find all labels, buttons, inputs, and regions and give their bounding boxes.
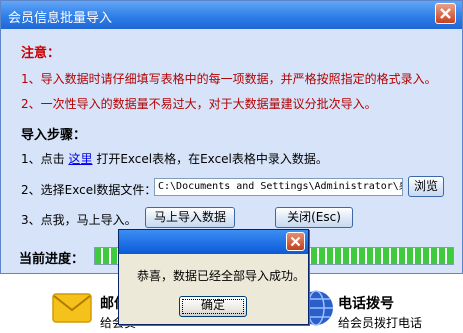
window-title: 会员信息批量导入	[8, 11, 113, 26]
phone-title[interactable]: 电话拨号	[338, 293, 394, 313]
steps-heading: 导入步骤：	[21, 128, 87, 143]
dialog-message: 恭喜，数据已经全部导入成功。	[137, 269, 306, 283]
dialog-close-button[interactable]	[286, 232, 305, 251]
browse-button[interactable]: 浏览	[408, 176, 444, 197]
window-close-button[interactable]	[435, 3, 456, 24]
step-3-label: 3、点我，马上导入。	[21, 213, 137, 227]
phone-subtitle: 给会员拨打电话	[338, 316, 423, 330]
step1-prefix: 1、点击	[21, 152, 65, 166]
message-dialog: 恭喜，数据已经全部导入成功。 确定	[118, 229, 309, 325]
step-2-label: 2、选择Excel数据文件：	[21, 183, 157, 197]
notice-item-2: 2、一次性导入的数据量不易过大，对于大数据量建议分批次导入。	[21, 97, 377, 111]
notice-heading: 注意：	[21, 46, 61, 61]
step-1: 1、点击 这里 打开Excel表格，在Excel表格中录入数据。	[21, 150, 328, 167]
notice-item-1: 1、导入数据时请仔细填写表格中的每一项数据，并严格按照指定的格式录入。	[21, 72, 437, 86]
ok-button[interactable]: 确定	[179, 296, 247, 317]
envelope-icon	[52, 293, 92, 323]
close-esc-button[interactable]: 关闭(Esc)	[275, 207, 353, 228]
window-titlebar[interactable]: 会员信息批量导入	[1, 1, 462, 29]
dialog-titlebar[interactable]	[119, 230, 308, 254]
import-now-button[interactable]: 马上导入数据	[145, 207, 235, 228]
file-path-input[interactable]: C:\Documents and Settings\Administrator\…	[154, 178, 403, 196]
step1-suffix: 打开Excel表格，在Excel表格中录入数据。	[96, 152, 328, 166]
progress-label: 当前进度：	[19, 252, 85, 267]
close-icon	[440, 8, 451, 19]
open-excel-link[interactable]: 这里	[68, 152, 92, 166]
close-icon	[290, 236, 301, 247]
